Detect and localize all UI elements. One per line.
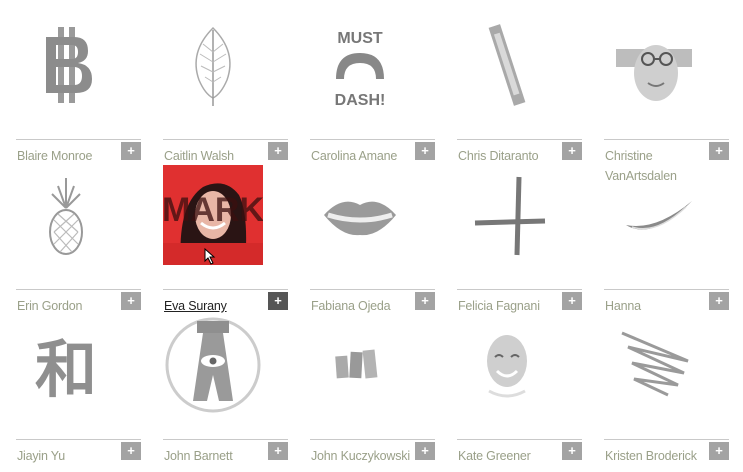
card-footer: John Kuczykowski + (310, 439, 435, 463)
artist-thumbnail[interactable] (604, 15, 704, 115)
artist-name[interactable]: Felicia Fagnani (458, 296, 558, 316)
artist-name[interactable]: Carolina Amane (311, 146, 411, 166)
lips-icon (324, 201, 396, 236)
artist-thumbnail[interactable] (310, 165, 410, 265)
card-footer: Hanna + (604, 289, 729, 313)
artist-thumbnail[interactable] (310, 315, 410, 415)
must-dash-mustache-icon: MUST DASH! (335, 30, 386, 107)
artist-name[interactable]: Eva Surany (164, 296, 264, 316)
add-button[interactable]: + (562, 142, 582, 160)
add-button[interactable]: + (415, 292, 435, 310)
pineapple-icon (49, 178, 83, 255)
artist-thumbnail[interactable] (16, 15, 116, 115)
artist-thumbnail[interactable] (16, 165, 116, 265)
add-button[interactable]: + (562, 442, 582, 460)
artist-name[interactable]: Kristen Broderick (605, 446, 705, 466)
artist-name[interactable]: Blaire Monroe (17, 146, 117, 166)
tilted-stick-icon (488, 24, 526, 106)
artwork-text: MARK (163, 191, 263, 229)
artist-thumbnail[interactable]: MARK (163, 165, 263, 265)
baht-symbol-icon (46, 27, 92, 103)
card-footer: Erin Gordon + (16, 289, 141, 313)
add-button[interactable]: + (268, 142, 288, 160)
artist-thumbnail[interactable] (457, 315, 557, 415)
add-button[interactable]: + (709, 292, 729, 310)
add-button[interactable]: + (121, 142, 141, 160)
artist-name[interactable]: Erin Gordon (17, 296, 117, 316)
add-button[interactable]: + (709, 442, 729, 460)
artist-thumbnail[interactable] (604, 165, 704, 265)
artist-name[interactable]: Hanna (605, 296, 705, 316)
artist-name[interactable]: Jiayin Yu (17, 446, 117, 466)
face-with-glasses-icon (616, 45, 692, 101)
card-footer: Carolina Amane + (310, 139, 435, 163)
paper-strips-icon (335, 349, 378, 379)
scribble-icon (621, 331, 689, 397)
card-footer: Felicia Fagnani + (457, 289, 582, 313)
artist-name[interactable]: John Barnett (164, 446, 264, 466)
add-button[interactable]: + (415, 442, 435, 460)
cross-strokes-icon (474, 176, 546, 256)
artist-thumbnail[interactable] (457, 165, 557, 265)
add-button[interactable]: + (121, 292, 141, 310)
add-button[interactable]: + (562, 292, 582, 310)
add-button[interactable]: + (268, 292, 288, 310)
artist-name[interactable]: Chris Ditaranto (458, 146, 558, 166)
add-button[interactable]: + (709, 142, 729, 160)
eye-emblem-icon (165, 317, 261, 413)
artwork-text: 和 (35, 333, 97, 405)
smiling-face-icon (487, 335, 527, 398)
brush-swoosh-icon (626, 201, 692, 230)
artwork-text-top: MUST (337, 30, 383, 47)
artist-name[interactable]: Kate Greener (458, 446, 558, 466)
artist-thumbnail[interactable] (163, 15, 263, 115)
card-footer: Kristen Broderick + (604, 439, 729, 463)
artist-name[interactable]: Caitlin Walsh (164, 146, 264, 166)
card-footer: Eva Surany + (163, 289, 288, 313)
artist-thumbnail[interactable] (457, 15, 557, 115)
artist-thumbnail[interactable]: 和 (16, 315, 116, 415)
card-footer: Christine VanArtsdalen + (604, 139, 729, 183)
artist-name[interactable]: John Kuczykowski (311, 446, 411, 466)
add-button[interactable]: + (121, 442, 141, 460)
card-footer: Jiayin Yu + (16, 439, 141, 463)
card-footer: Caitlin Walsh + (163, 139, 288, 163)
card-footer: Chris Ditaranto + (457, 139, 582, 163)
artist-thumbnail[interactable] (604, 315, 704, 415)
add-button[interactable]: + (415, 142, 435, 160)
leaf-icon (195, 26, 231, 106)
artist-thumbnail[interactable] (163, 315, 263, 415)
artwork-text-bottom: DASH! (335, 92, 386, 107)
card-footer: Blaire Monroe + (16, 139, 141, 163)
add-button[interactable]: + (268, 442, 288, 460)
chinese-character-icon: 和 (35, 333, 97, 405)
portrait-photo-icon: MARK (163, 165, 263, 265)
artist-name[interactable]: Fabiana Ojeda (311, 296, 411, 316)
card-footer: Fabiana Ojeda + (310, 289, 435, 313)
card-footer: John Barnett + (163, 439, 288, 463)
card-footer: Kate Greener + (457, 439, 582, 463)
artist-thumbnail[interactable]: MUST DASH! (310, 15, 410, 115)
